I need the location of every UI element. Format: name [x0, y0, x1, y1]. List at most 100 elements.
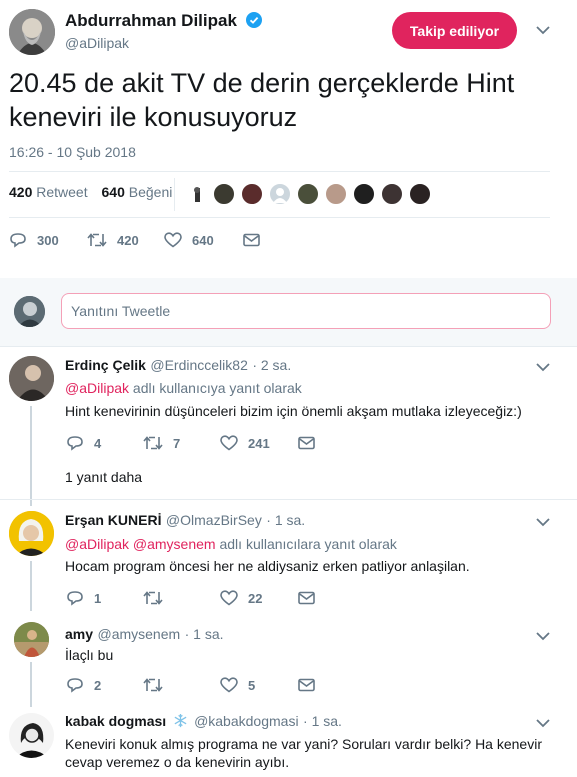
reply-text: İlaçlı bu: [65, 647, 114, 663]
reply-author-name[interactable]: Erşan KUNERİ: [65, 512, 161, 528]
reply-author-handle[interactable]: @Erdinccelik82: [150, 357, 247, 373]
retweet-action[interactable]: 420: [87, 232, 139, 248]
like-action[interactable]: 22: [220, 590, 262, 606]
reply-avatar[interactable]: [9, 511, 54, 556]
chevron-down-icon[interactable]: [536, 25, 550, 35]
liker-avatar[interactable]: [297, 183, 319, 205]
reply-time[interactable]: · 2 sa.: [252, 357, 291, 373]
reply-count: 4: [94, 435, 102, 451]
reply-author-name[interactable]: Erdinç Çelik: [65, 357, 146, 373]
heart-icon: [220, 590, 238, 606]
reply-avatar[interactable]: [14, 622, 49, 657]
chevron-down-icon[interactable]: [536, 631, 550, 641]
reply-author-handle[interactable]: @amysenem: [97, 626, 180, 642]
liker-avatar[interactable]: [409, 183, 431, 205]
liker-avatar[interactable]: [325, 183, 347, 205]
like-action[interactable]: 640: [164, 232, 214, 248]
reply-author-name[interactable]: amy: [65, 626, 93, 642]
show-more-replies-link[interactable]: 1 yanıt daha: [65, 467, 142, 487]
message-action[interactable]: [298, 436, 325, 450]
like-action[interactable]: 5: [220, 677, 255, 693]
retweet-action[interactable]: [143, 677, 173, 693]
following-button[interactable]: Takip ediliyor: [392, 12, 517, 49]
reply-avatar[interactable]: [9, 713, 54, 758]
reply-action[interactable]: 1: [66, 590, 101, 606]
reply-input[interactable]: Yanıtını Tweetle: [61, 293, 551, 329]
liker-avatar[interactable]: [213, 183, 235, 205]
chevron-down-icon[interactable]: [536, 517, 550, 527]
retweet-icon: [143, 678, 163, 692]
reply-icon: [67, 678, 83, 693]
like-count: 640: [192, 232, 214, 248]
liker-avatar[interactable]: [353, 183, 375, 205]
like-count[interactable]: 640: [102, 184, 125, 200]
reply-icon: [10, 233, 26, 248]
retweet-stat-label[interactable]: Retweet: [36, 184, 87, 200]
heart-icon: [220, 435, 238, 451]
reply-header: kabak dogması @kabakdogmasi · 1 sa.: [65, 713, 342, 731]
reply-count: 1: [94, 590, 102, 606]
verified-badge-icon: [246, 12, 262, 28]
like-count: 241: [248, 435, 270, 451]
message-action[interactable]: [298, 591, 325, 605]
liker-avatar[interactable]: [241, 183, 263, 205]
author-name[interactable]: Abdurrahman Dilipak: [65, 11, 237, 31]
reply-time[interactable]: · 1 sa.: [266, 512, 305, 528]
author-avatar[interactable]: [9, 9, 55, 55]
retweet-action[interactable]: [143, 590, 173, 606]
retweet-count: 420: [117, 232, 139, 248]
reply-author-handle[interactable]: @OlmazBirSey: [166, 512, 262, 528]
reply-text: Hocam program öncesi her ne aldiysaniz e…: [65, 558, 470, 574]
divider: [9, 171, 550, 172]
retweet-count[interactable]: 420: [9, 184, 32, 200]
liker-avatar[interactable]: [185, 183, 207, 205]
replying-to-label: adlı kullanıcılara yanıt olarak: [219, 536, 397, 552]
like-stat-label[interactable]: Beğeni: [129, 184, 173, 200]
retweet-icon: [143, 591, 163, 605]
reply-author-name[interactable]: kabak dogması: [65, 713, 166, 729]
reply-text-line: Keneviri konuk almış programa ne var yan…: [65, 736, 542, 752]
retweet-action[interactable]: 7: [143, 435, 180, 451]
divider: [0, 499, 577, 500]
current-user-avatar[interactable]: [14, 296, 45, 327]
reply-text-line: cevap veremez o da kenevirin ayıbı.: [65, 754, 290, 770]
tweet-stats: 420 Retweet 640 Beğeni: [9, 184, 172, 200]
author-handle[interactable]: @aDilipak: [65, 35, 129, 51]
replying-to-user[interactable]: @aDilipak: [65, 380, 129, 396]
reply-header: amy @amysenem · 1 sa.: [65, 626, 224, 644]
like-action[interactable]: 241: [220, 435, 270, 451]
reply-icon: [67, 591, 83, 606]
replying-to-users[interactable]: @aDilipak @amysenem: [65, 536, 216, 552]
chevron-down-icon[interactable]: [536, 718, 550, 728]
envelope-icon: [298, 591, 315, 605]
like-count: 5: [248, 677, 256, 693]
reply-author-handle[interactable]: @kabakdogmasi: [194, 713, 299, 729]
reply-action[interactable]: 2: [66, 677, 101, 693]
heart-icon: [164, 232, 182, 248]
snowflake-icon: [174, 713, 187, 728]
divider-vertical: [174, 178, 175, 211]
reply-action[interactable]: 300: [9, 232, 59, 248]
message-action[interactable]: [298, 678, 325, 692]
replying-to: @aDilipak adlı kullanıcıya yanıt olarak: [65, 378, 302, 398]
reply-header: Erdinç Çelik @Erdinccelik82 · 2 sa.: [65, 357, 291, 375]
reply-time[interactable]: · 1 sa.: [185, 626, 224, 642]
heart-icon: [220, 677, 238, 693]
reply-count: 2: [94, 677, 102, 693]
divider: [0, 346, 577, 347]
retweet-icon: [143, 436, 163, 450]
tweet-timestamp[interactable]: 16:26 - 10 Şub 2018: [9, 144, 136, 160]
envelope-icon: [298, 678, 315, 692]
liker-avatar[interactable]: [381, 183, 403, 205]
chevron-down-icon[interactable]: [536, 362, 550, 372]
reply-avatar[interactable]: [9, 356, 54, 401]
replying-to-label: adlı kullanıcıya yanıt olarak: [132, 380, 302, 396]
tweet-text: 20.45 de akit TV de derin gerçeklerde Hi…: [9, 68, 515, 132]
reply-action[interactable]: 4: [66, 435, 101, 451]
liker-avatar[interactable]: [269, 183, 291, 205]
reply-time[interactable]: · 1 sa.: [303, 713, 342, 729]
reply-count: 300: [37, 232, 59, 248]
retweet-icon: [87, 233, 107, 247]
thread-line: [30, 561, 32, 611]
message-action[interactable]: [243, 233, 270, 247]
